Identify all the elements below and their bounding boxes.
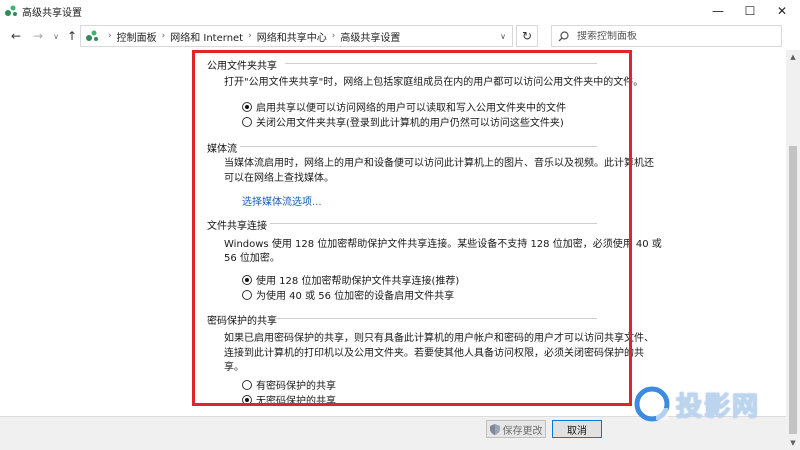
search-box[interactable] — [551, 25, 782, 47]
network-sharing-icon — [86, 30, 98, 41]
maximize-button[interactable]: ☐ — [734, 0, 766, 22]
scroll-up-arrow-icon[interactable]: ▲ — [786, 50, 800, 64]
title-bar: 高级共享设置 — ☐ ✕ — [0, 0, 800, 22]
address-dropdown-button[interactable]: ∨ — [493, 25, 513, 47]
breadcrumb-separator: › — [248, 31, 252, 41]
window-title: 高级共享设置 — [22, 8, 82, 19]
search-icon — [558, 30, 569, 41]
uac-shield-icon — [489, 423, 500, 435]
network-sharing-icon — [5, 5, 17, 16]
cancel-label: 取消 — [567, 425, 587, 437]
navigation-bar: ← → ∨ ↑ › 控制面板 › 网络和 Internet › 网络和共享中心 … — [0, 22, 800, 50]
recent-locations-dropdown[interactable]: ∨ — [48, 28, 64, 44]
breadcrumb-separator: › — [161, 31, 166, 41]
minimize-button[interactable]: — — [702, 0, 734, 22]
back-button[interactable]: ← — [8, 28, 24, 44]
watermark-logo-icon — [634, 386, 670, 422]
forward-button[interactable]: → — [30, 28, 46, 44]
scroll-down-arrow-icon[interactable]: ▼ — [786, 436, 800, 450]
address-bar[interactable]: › 控制面板 › 网络和 Internet › 网络和共享中心 › 高级共享设置 — [80, 25, 513, 47]
refresh-button[interactable]: ↻ — [516, 25, 538, 47]
up-button[interactable]: ↑ — [64, 28, 80, 44]
highlight-annotation-box — [192, 50, 632, 406]
breadcrumb-network-internet[interactable]: 网络和 Internet — [170, 29, 243, 44]
close-button[interactable]: ✕ — [766, 0, 798, 22]
cancel-button[interactable]: 取消 — [552, 420, 602, 438]
save-changes-button[interactable]: 保存更改 — [486, 420, 546, 438]
breadcrumb-network-sharing-center[interactable]: 网络和共享中心 — [257, 29, 327, 44]
watermark: 投影网 — [632, 382, 798, 426]
save-changes-label: 保存更改 — [502, 425, 543, 437]
breadcrumb-control-panel[interactable]: 控制面板 — [117, 29, 157, 44]
breadcrumb-separator: › — [108, 31, 112, 41]
breadcrumb-advanced-sharing[interactable]: 高级共享设置 — [340, 29, 400, 44]
search-input[interactable] — [577, 30, 767, 42]
watermark-text: 投影网 — [675, 391, 761, 422]
breadcrumb-separator: › — [331, 31, 336, 41]
